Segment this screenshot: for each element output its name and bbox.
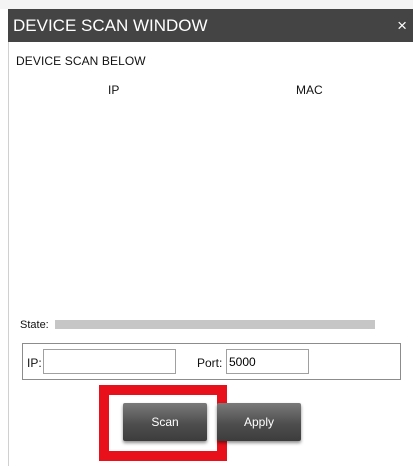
- close-icon[interactable]: ×: [397, 9, 407, 42]
- ip-label: IP:: [27, 356, 42, 370]
- section-heading: DEVICE SCAN BELOW: [16, 54, 146, 68]
- apply-button[interactable]: Apply: [217, 403, 301, 441]
- device-scan-window: DEVICE SCAN WINDOW × DEVICE SCAN BELOW I…: [0, 0, 413, 466]
- port-label: Port:: [197, 356, 223, 370]
- ip-input[interactable]: [43, 349, 176, 374]
- column-header-ip: IP: [108, 83, 120, 97]
- window-border: [8, 42, 9, 466]
- connection-panel: IP: Port:: [22, 343, 401, 380]
- state-progress-bar: [55, 320, 375, 329]
- background-strip: [0, 0, 413, 9]
- title-bar: DEVICE SCAN WINDOW ×: [8, 9, 413, 42]
- scan-button[interactable]: Scan: [123, 403, 207, 441]
- column-header-mac: MAC: [296, 83, 323, 97]
- state-label: State:: [20, 319, 49, 331]
- device-list[interactable]: IP MAC: [16, 78, 406, 310]
- window-title: DEVICE SCAN WINDOW: [13, 16, 208, 35]
- port-input[interactable]: [226, 349, 309, 374]
